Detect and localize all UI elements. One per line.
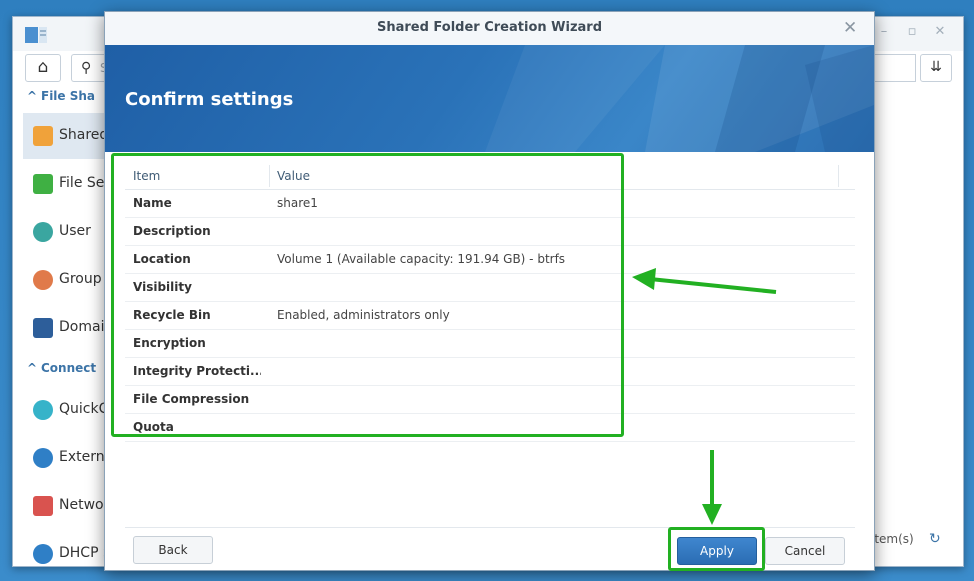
arrow-icon (632, 268, 777, 294)
annotation-arrows (632, 268, 777, 525)
arrow-down-icon (702, 450, 722, 525)
